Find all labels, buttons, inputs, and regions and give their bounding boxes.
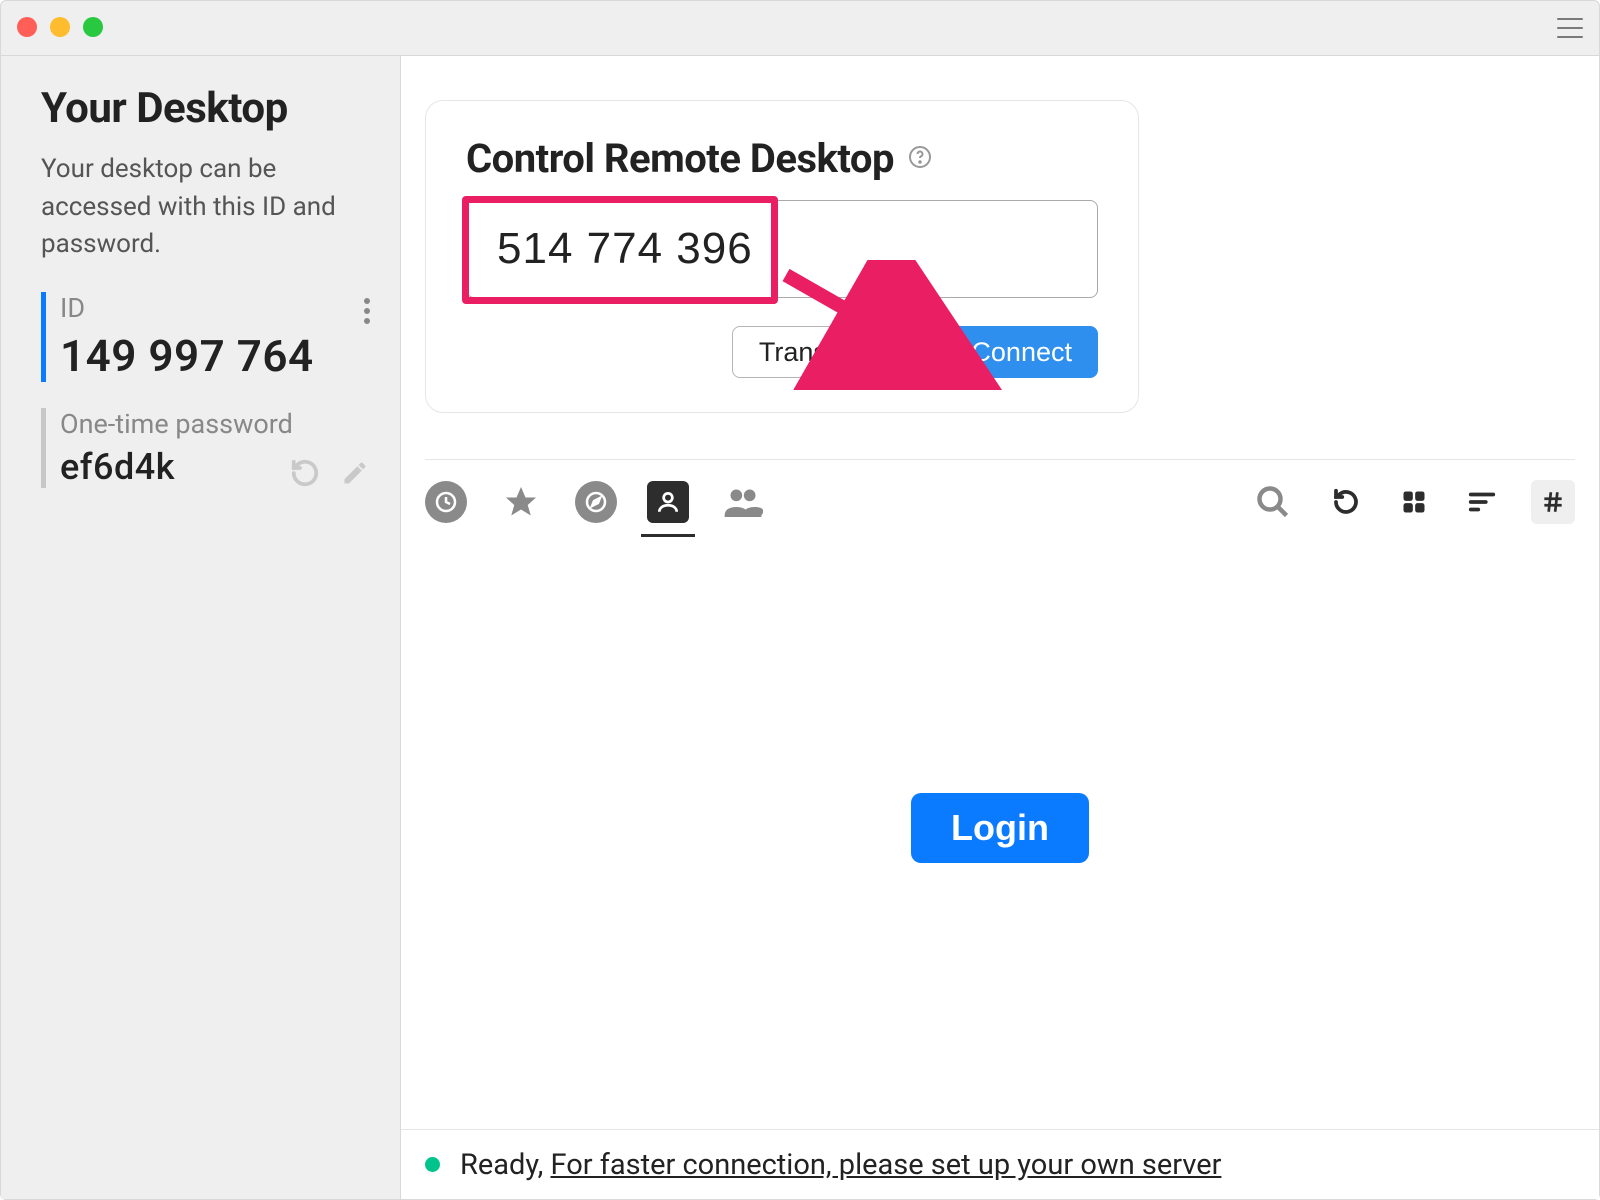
status-text: Ready, For faster connection, please set… (460, 1148, 1221, 1182)
hash-button[interactable] (1531, 480, 1575, 524)
tab-addressbook[interactable] (647, 481, 689, 523)
card-title: Control Remote Desktop (466, 135, 894, 182)
tab-favorites[interactable] (497, 478, 545, 526)
sidebar-desc: Your desktop can be accessed with this I… (41, 151, 370, 264)
remote-id-input-wrap (466, 200, 1098, 298)
search-button[interactable] (1249, 478, 1297, 526)
tab-discovered[interactable] (575, 481, 617, 523)
password-actions (290, 458, 370, 488)
tabs-left (425, 478, 767, 526)
compass-icon (584, 490, 608, 514)
remote-id-input[interactable] (466, 200, 1098, 298)
tab-recent[interactable] (425, 481, 467, 523)
view-grid-button[interactable] (1395, 483, 1433, 521)
titlebar (1, 1, 1599, 56)
reload-icon (1331, 487, 1361, 517)
sort-icon (1467, 487, 1497, 517)
id-label: ID (60, 292, 370, 324)
refresh-password-button[interactable] (290, 458, 320, 488)
id-field: ID 149 997 764 (41, 292, 370, 382)
grid-icon (1400, 488, 1428, 516)
id-menu-button[interactable] (364, 294, 370, 328)
password-label: One-time password (60, 408, 370, 440)
status-link[interactable]: For faster connection, please set up you… (550, 1148, 1221, 1182)
edit-password-button[interactable] (340, 458, 370, 488)
card-header: Control Remote Desktop (466, 135, 1098, 182)
sort-button[interactable] (1463, 483, 1501, 521)
tabbar (425, 459, 1575, 526)
search-icon (1255, 484, 1291, 520)
main-panel: Control Remote Desktop (401, 56, 1599, 1199)
login-button[interactable]: Login (911, 793, 1089, 863)
sidebar: Your Desktop Your desktop can be accesse… (1, 56, 401, 1199)
group-icon (723, 482, 763, 522)
contacts-area: Login (401, 526, 1599, 1129)
close-window-button[interactable] (17, 17, 37, 37)
password-field: One-time password ef6d4k (41, 408, 370, 488)
status-ready: Ready, (460, 1148, 550, 1182)
help-icon (908, 145, 932, 169)
sidebar-title: Your Desktop (41, 84, 370, 133)
tabs-right (1249, 478, 1575, 526)
remote-connect-card: Control Remote Desktop (425, 100, 1139, 413)
maximize-window-button[interactable] (83, 17, 103, 37)
window-controls (17, 17, 103, 37)
pencil-icon (341, 459, 369, 487)
refresh-icon (290, 458, 320, 488)
menu-button[interactable] (1557, 18, 1583, 38)
tab-group[interactable] (719, 478, 767, 526)
app-window: Your Desktop Your desktop can be accesse… (0, 0, 1600, 1200)
transfer-file-button[interactable]: Transfer file (732, 326, 928, 378)
status-indicator (425, 1157, 440, 1172)
help-button[interactable] (908, 145, 932, 173)
remote-button-row: Transfer file Connect (466, 326, 1098, 378)
hash-icon (1540, 489, 1566, 515)
statusbar: Ready, For faster connection, please set… (401, 1129, 1599, 1199)
connect-button[interactable]: Connect (945, 326, 1098, 378)
clock-icon (434, 490, 458, 514)
app-body: Your Desktop Your desktop can be accesse… (1, 56, 1599, 1199)
minimize-window-button[interactable] (50, 17, 70, 37)
star-icon (503, 484, 539, 520)
reload-button[interactable] (1327, 483, 1365, 521)
person-icon (655, 489, 681, 515)
id-value: 149 997 764 (60, 330, 370, 382)
